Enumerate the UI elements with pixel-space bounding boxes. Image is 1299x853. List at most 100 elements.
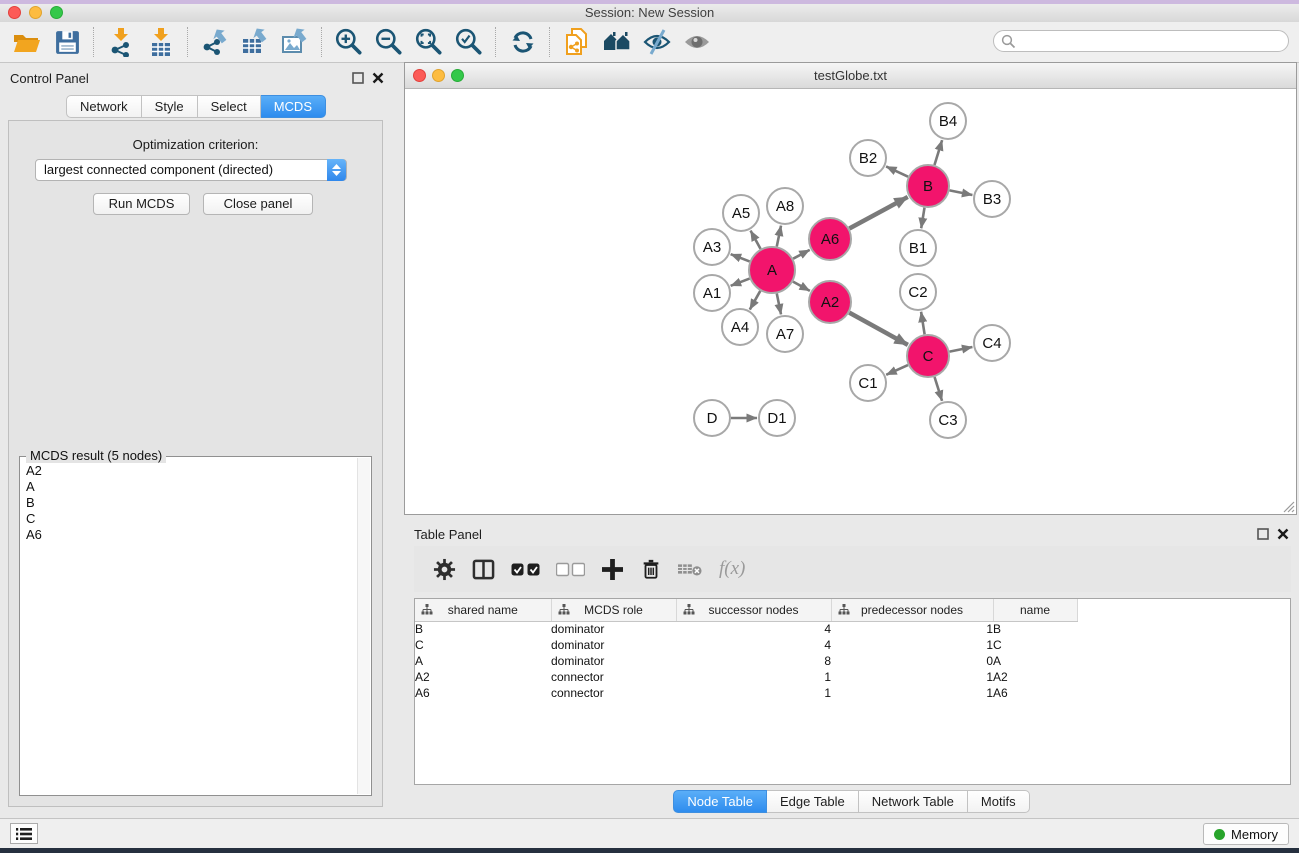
graph-edge-A-A4[interactable] [750, 291, 760, 310]
graph-edge-A-A7[interactable] [777, 294, 781, 315]
table-cell[interactable]: dominator [551, 621, 676, 637]
column-header-predecessor-nodes[interactable]: predecessor nodes [831, 599, 993, 621]
graph-edge-A-A6[interactable] [793, 250, 810, 259]
network-canvas[interactable]: B4B2BB3B1A5A8A6A3AA1C2A4A7A2CC4C1C3DD1 [405, 89, 1296, 514]
table-cell[interactable]: 4 [676, 637, 831, 653]
graph-edge-A-A3[interactable] [731, 254, 750, 261]
graph-node-A5[interactable]: A5 [723, 195, 759, 231]
add-column-icon[interactable] [600, 557, 624, 581]
graph-node-C4[interactable]: C4 [974, 325, 1010, 361]
copy-network-icon[interactable] [560, 26, 594, 58]
graph-edge-B-B2[interactable] [886, 166, 908, 176]
graph-edge-A-A1[interactable] [731, 279, 750, 286]
graph-node-B3[interactable]: B3 [974, 181, 1010, 217]
graph-node-A2[interactable]: A2 [809, 281, 851, 323]
mcds-result-item[interactable]: A6 [26, 527, 371, 543]
save-session-icon[interactable] [50, 26, 84, 58]
graph-node-A1[interactable]: A1 [694, 275, 730, 311]
float-panel-icon[interactable] [1257, 528, 1269, 540]
column-header-shared-name[interactable]: shared name [415, 599, 551, 621]
graph-node-C3[interactable]: C3 [930, 402, 966, 438]
tab-node-table[interactable]: Node Table [673, 790, 767, 813]
graph-edge-A-A8[interactable] [777, 226, 781, 247]
table-cell[interactable]: 1 [676, 685, 831, 701]
tab-motifs[interactable]: Motifs [968, 790, 1030, 813]
table-cell[interactable]: 1 [831, 685, 993, 701]
tab-select[interactable]: Select [198, 95, 261, 118]
graph-node-D1[interactable]: D1 [759, 400, 795, 436]
table-cell[interactable]: A2 [993, 669, 1077, 685]
graph-edge-C-C4[interactable] [950, 347, 973, 352]
graph-node-C1[interactable]: C1 [850, 365, 886, 401]
memory-button[interactable]: Memory [1203, 823, 1289, 845]
home-icon[interactable] [600, 26, 634, 58]
close-panel-icon[interactable] [1277, 528, 1289, 540]
table-cell[interactable]: 1 [831, 669, 993, 685]
titlebar[interactable]: Session: New Session [0, 4, 1299, 22]
graph-node-D[interactable]: D [694, 400, 730, 436]
zoom-fit-icon[interactable] [412, 26, 446, 58]
table-cell[interactable]: A6 [993, 685, 1077, 701]
graph-edge-B-B3[interactable] [950, 190, 973, 195]
float-panel-icon[interactable] [352, 72, 364, 84]
toggle-column-view-icon[interactable] [471, 557, 495, 581]
delete-column-icon[interactable] [639, 557, 663, 581]
table-cell[interactable]: 1 [676, 669, 831, 685]
optimization-criterion-select[interactable]: largest connected component (directed) [35, 159, 347, 181]
mcds-result-item[interactable]: A [26, 479, 371, 495]
zoom-in-icon[interactable] [332, 26, 366, 58]
table-cell[interactable]: A [993, 653, 1077, 669]
table-cell[interactable]: B [415, 621, 551, 637]
settings-gear-icon[interactable] [432, 557, 456, 581]
result-scrollbar[interactable] [357, 458, 370, 794]
graph-node-B1[interactable]: B1 [900, 230, 936, 266]
tab-mcds[interactable]: MCDS [261, 95, 326, 118]
network-frame-titlebar[interactable]: testGlobe.txt [405, 63, 1296, 89]
mcds-result-item[interactable]: C [26, 511, 371, 527]
graph-edge-A2-C[interactable] [849, 313, 908, 345]
import-network-icon[interactable] [104, 26, 138, 58]
run-mcds-button[interactable]: Run MCDS [93, 193, 190, 215]
tab-network-table[interactable]: Network Table [859, 790, 968, 813]
graph-node-A6[interactable]: A6 [809, 218, 851, 260]
refresh-icon[interactable] [506, 26, 540, 58]
graph-node-B[interactable]: B [907, 165, 949, 207]
resize-grip-icon[interactable] [1281, 499, 1295, 513]
graph-node-B4[interactable]: B4 [930, 103, 966, 139]
mcds-result-item[interactable]: A2 [26, 463, 371, 479]
graph-node-C[interactable]: C [907, 335, 949, 377]
zoom-selected-icon[interactable] [452, 26, 486, 58]
tab-network[interactable]: Network [66, 95, 142, 118]
table-cell[interactable]: dominator [551, 653, 676, 669]
graph-node-B2[interactable]: B2 [850, 140, 886, 176]
select-all-icon[interactable] [510, 557, 540, 581]
graph-edge-B-B4[interactable] [934, 140, 942, 165]
graph-edge-A-A2[interactable] [793, 282, 810, 291]
graph-edge-C-C1[interactable] [886, 365, 908, 375]
show-panels-list-button[interactable] [10, 823, 38, 844]
graph-edge-C-C3[interactable] [935, 377, 942, 401]
mcds-result-item[interactable]: B [26, 495, 371, 511]
graph-edge-A6-B[interactable] [849, 197, 907, 229]
table-cell[interactable]: dominator [551, 637, 676, 653]
table-cell[interactable]: 0 [831, 653, 993, 669]
table-cell[interactable]: A6 [415, 685, 551, 701]
deselect-all-icon[interactable] [555, 557, 585, 581]
table-cell[interactable]: A2 [415, 669, 551, 685]
delete-table-icon[interactable] [678, 557, 702, 581]
graph-node-C2[interactable]: C2 [900, 274, 936, 310]
close-panel-button[interactable]: Close panel [203, 193, 313, 215]
function-builder-icon[interactable]: f(x) [717, 557, 745, 581]
export-network-icon[interactable] [198, 26, 232, 58]
search-input[interactable] [993, 30, 1289, 52]
open-session-icon[interactable] [10, 26, 44, 58]
graph-node-A4[interactable]: A4 [722, 309, 758, 345]
tab-style[interactable]: Style [142, 95, 198, 118]
hide-graphics-details-icon[interactable] [640, 26, 674, 58]
table-cell[interactable]: connector [551, 669, 676, 685]
column-header-successor-nodes[interactable]: successor nodes [676, 599, 831, 621]
table-cell[interactable]: 4 [676, 621, 831, 637]
import-table-icon[interactable] [144, 26, 178, 58]
column-header-mcds-role[interactable]: MCDS role [551, 599, 676, 621]
export-table-icon[interactable] [238, 26, 272, 58]
